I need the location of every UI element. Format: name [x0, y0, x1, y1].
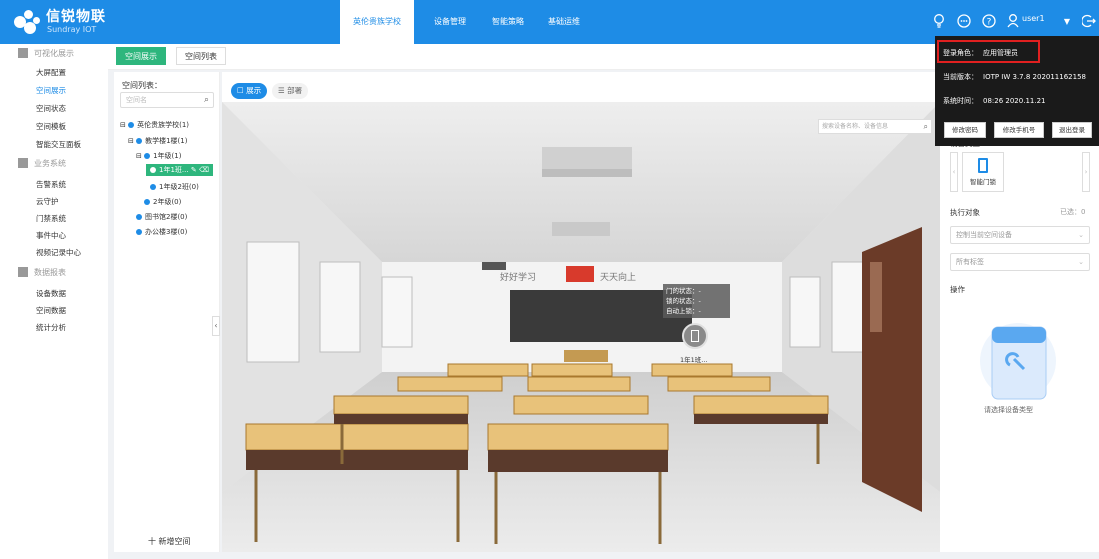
sidebar-group-business: 业务系统: [18, 158, 66, 169]
tree-node-grade2[interactable]: 2年级(0): [144, 197, 181, 207]
tree-node-class1[interactable]: 1年1班... ✎ ⌫: [146, 164, 213, 176]
sidebar-item-space-display[interactable]: 空间展示: [36, 85, 66, 96]
prev-arrow[interactable]: ‹: [950, 152, 958, 192]
svg-text:?: ?: [987, 18, 992, 28]
next-arrow[interactable]: ›: [1082, 152, 1090, 192]
banner-left-text: 好好学习: [500, 271, 536, 283]
sidebar-item-smart-panel[interactable]: 智能交互面板: [36, 139, 81, 150]
nav-tab-school[interactable]: 英伦贵族学校: [340, 0, 414, 44]
change-phone-button[interactable]: 修改手机号: [994, 122, 1044, 138]
sidebar-item-space-status[interactable]: 空间状态: [36, 103, 66, 114]
delete-icon[interactable]: ⌫: [199, 166, 209, 174]
chat-icon[interactable]: [955, 12, 973, 30]
sidebar-item-event-center[interactable]: 事件中心: [36, 230, 66, 241]
device-search-input[interactable]: 搜索设备名称、设备信息 ⌕: [818, 119, 932, 134]
collapse-tree-button[interactable]: ‹: [212, 316, 220, 336]
tree-node-library[interactable]: 图书馆2楼(0): [136, 212, 187, 222]
device-label: 1年1班...: [680, 356, 708, 364]
sidebar-group-reports: 数据报表: [18, 267, 66, 278]
sidebar-item-alarm[interactable]: 告警系统: [36, 179, 66, 190]
grid-icon: [18, 48, 28, 58]
door-lock-device-icon[interactable]: [682, 323, 708, 349]
target-label: 执行对象: [950, 208, 980, 217]
auto-lock-status: 自动上锁：-: [666, 307, 701, 315]
tab-space-display[interactable]: 空间展示: [116, 47, 166, 65]
view-deploy-button[interactable]: ☰ 部署: [272, 83, 309, 99]
target-select[interactable]: 控制当前空间设备 ⌄: [950, 226, 1090, 244]
door-lock-icon: [978, 158, 988, 173]
tag-select[interactable]: 所有标签 ⌄: [950, 253, 1090, 271]
sidebar-item-statistics[interactable]: 统计分析: [36, 322, 66, 333]
chevron-down-icon[interactable]: ▼: [1058, 12, 1076, 30]
sidebar-item-access-control[interactable]: 门禁系统: [36, 213, 66, 224]
classroom-illustration: 好好学习 天天向上: [222, 102, 940, 552]
logo-icon: [14, 10, 40, 34]
tree-node-grade1[interactable]: ⊟ 1年级(1): [136, 151, 181, 161]
help-icon[interactable]: ?: [980, 12, 998, 30]
nav-tab-device-management[interactable]: 设备管理: [430, 0, 470, 44]
lock-status: 锁的状态：-: [666, 297, 701, 305]
change-password-button[interactable]: 修改密码: [944, 122, 986, 138]
brand-subtitle: Sundray IOT: [47, 25, 97, 34]
logout-icon[interactable]: [1080, 12, 1098, 30]
user-icon[interactable]: [1004, 12, 1022, 30]
report-icon: [18, 267, 28, 277]
time-row: 系统时间： 08:26 2020.11.21: [943, 97, 1046, 105]
add-space-button[interactable]: 十 新增空间: [148, 536, 191, 547]
door-status: 门的状态：-: [666, 287, 701, 295]
device-card-smart-lock[interactable]: 智能门锁: [962, 152, 1004, 192]
tree-node-school[interactable]: ⊟ 英伦贵族学校(1): [120, 120, 189, 130]
nav-tab-basic-ops[interactable]: 基础运维: [544, 0, 584, 44]
edit-icon[interactable]: ✎: [191, 166, 197, 174]
chevron-down-icon: ⌄: [1078, 231, 1084, 239]
brand-name: 信锐物联: [46, 9, 106, 25]
user-name[interactable]: user1: [1022, 14, 1045, 23]
sidebar-item-device-data[interactable]: 设备数据: [36, 288, 66, 299]
tree-node-office[interactable]: 办公楼3楼(0): [136, 227, 187, 237]
empty-state-hint: 请选择设备类型: [984, 406, 1033, 414]
search-icon[interactable]: ⌕: [924, 120, 928, 133]
banner-right-text: 天天向上: [600, 271, 636, 283]
sidebar-group-visualization: 可视化展示: [18, 48, 74, 59]
empty-state-illustration: [980, 323, 1056, 400]
sidebar-item-cloud-guard[interactable]: 云守护: [36, 196, 59, 207]
tree-search-input[interactable]: 空间名 ⌕: [120, 92, 214, 108]
time-value: 08:26 2020.11.21: [983, 97, 1046, 105]
version-row: 当前版本： IOTP IW 3.7.8 202011162158: [943, 73, 1086, 81]
tab-space-list[interactable]: 空间列表: [176, 47, 226, 65]
sidebar-item-space-template[interactable]: 空间模板: [36, 121, 66, 132]
tree-title: 空间列表：: [122, 81, 162, 90]
device-status-popup: 门的状态：- 锁的状态：- 自动上锁：-: [663, 284, 730, 318]
bulb-icon[interactable]: [930, 12, 948, 30]
classroom-scene: 好好学习 天天向上: [222, 72, 940, 552]
selected-count: 已选：0: [1060, 208, 1086, 216]
role-highlight-box: [937, 40, 1040, 63]
sidebar-item-video-center[interactable]: 视频记录中心: [36, 247, 81, 258]
version-value: IOTP IW 3.7.8 202011162158: [983, 73, 1086, 81]
search-icon[interactable]: ⌕: [204, 93, 209, 107]
tree-node-teaching-building[interactable]: ⊟ 教学楼1楼(1): [128, 136, 187, 146]
tree-node-class2[interactable]: 1年级2班(0): [150, 182, 199, 192]
logout-button[interactable]: 退出登录: [1052, 122, 1092, 138]
business-icon: [18, 158, 28, 168]
chevron-down-icon: ⌄: [1078, 258, 1084, 266]
view-display-button[interactable]: ☐ 展示: [231, 83, 268, 99]
nav-tab-smart-strategy[interactable]: 智能策略: [488, 0, 528, 44]
sidebar-item-space-data[interactable]: 空间数据: [36, 305, 66, 316]
sidebar-item-screen-config[interactable]: 大屏配置: [36, 67, 66, 78]
operation-label: 操作: [950, 285, 965, 294]
